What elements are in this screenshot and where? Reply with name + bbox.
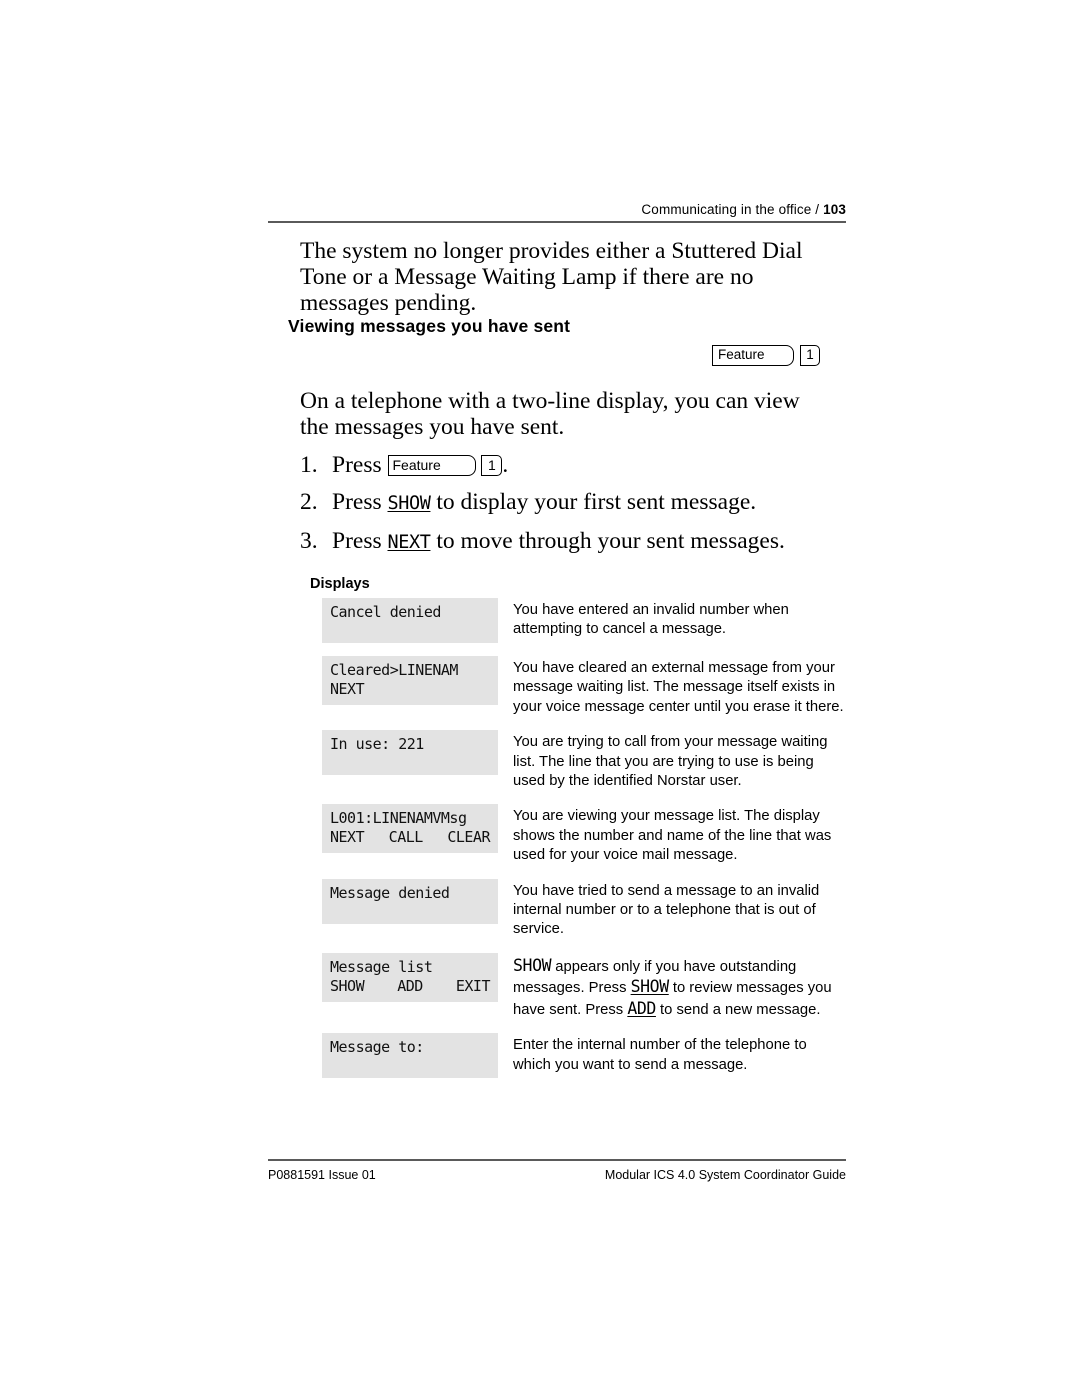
display-description: SHOW appears only if you have outstandin… <box>498 953 846 1020</box>
step-prefix: Press <box>332 489 388 515</box>
lcd-display-cell: Cleared>LINENAM NEXT <box>322 656 498 705</box>
page-footer: P0881591 Issue 01 Modular ICS 4.0 System… <box>268 1159 846 1182</box>
lcd-softkey[interactable]: NEXT <box>330 828 365 847</box>
step-prefix: Press <box>332 452 388 478</box>
table-row: In use: 221 You are trying to call from … <box>322 730 846 791</box>
document-page: Communicating in the office / 103 The sy… <box>0 0 1080 1397</box>
page-header: Communicating in the office / 103 <box>268 202 846 223</box>
table-row: Cleared>LINENAM NEXT You have cleared an… <box>322 656 846 717</box>
steps-list: 1. Press Feature 1. 2. Press SHOW to dis… <box>300 452 848 567</box>
lcd-line-1: Cancel denied <box>330 603 441 621</box>
lcd-display-cell: L001:LINENAMVMsg NEXT CALL CLEAR <box>322 804 498 854</box>
lcd-display-cell: In use: 221 <box>322 730 498 776</box>
step-text: Press NEXT to move through your sent mes… <box>332 528 848 556</box>
feature-key-group: Feature 1 <box>712 345 820 366</box>
lcd-softkey[interactable]: CLEAR <box>447 828 490 847</box>
step-suffix: to display your first sent message. <box>430 489 757 515</box>
lcd-softkey[interactable]: NEXT <box>330 680 365 699</box>
lcd-line-1: In use: 221 <box>330 735 424 754</box>
display-description: You have entered an invalid number when … <box>513 602 789 638</box>
display-description: Enter the internal number of the telepho… <box>513 1037 807 1073</box>
softkey-token-show[interactable]: SHOW <box>631 977 670 996</box>
intro-paragraph: The system no longer provides either a S… <box>300 238 803 316</box>
step-item: 2. Press SHOW to display your first sent… <box>300 489 848 517</box>
display-description: You have cleared an external message fro… <box>513 660 844 715</box>
step-suffix: to move through your sent messages. <box>430 528 785 554</box>
softkey-token-add[interactable]: ADD <box>627 999 656 1018</box>
step-item: 3. Press NEXT to move through your sent … <box>300 528 848 556</box>
lcd-line-1: Message denied <box>330 883 450 902</box>
display-description: You have tried to send a message to an i… <box>513 882 820 938</box>
table-row: Message to: Enter the internal number of… <box>322 1033 846 1079</box>
step-text: Press Feature 1. <box>332 452 848 478</box>
footer-document-id: P0881591 Issue 01 <box>268 1167 376 1182</box>
desc-part: to send a new message. <box>655 1001 821 1018</box>
footer-guide-title: Modular ICS 4.0 System Coordinator Guide <box>604 1167 846 1182</box>
softkey-token-next[interactable]: NEXT <box>388 532 431 553</box>
feature-key-button[interactable]: Feature <box>712 345 794 366</box>
table-row: Cancel denied You have entered an invali… <box>322 598 846 643</box>
step-text: Press SHOW to display your first sent me… <box>332 489 848 517</box>
body-paragraph: On a telephone with a two-line display, … <box>300 388 800 440</box>
lcd-display-cell: Message list SHOW ADD EXIT <box>322 952 498 1002</box>
lcd-softkey-row: NEXT <box>330 680 490 699</box>
step-number: 1. <box>300 452 318 478</box>
lcd-softkey-row: SHOW ADD EXIT <box>330 977 491 996</box>
page-number: 103 <box>823 202 846 217</box>
step-number: 3. <box>300 528 318 554</box>
step-prefix: Press <box>332 528 388 554</box>
step-item: 1. Press Feature 1. <box>300 452 848 478</box>
section-heading: Viewing messages you have sent <box>288 316 571 336</box>
running-head-text: Communicating in the office / <box>641 202 824 217</box>
display-description: You are trying to call from your message… <box>513 734 828 790</box>
lcd-softkey[interactable]: CALL <box>389 828 424 847</box>
table-row: Message list SHOW ADD EXIT SHOW appears … <box>322 952 846 1020</box>
displays-table: Cancel denied You have entered an invali… <box>322 598 846 1091</box>
lcd-line-1: Message to: <box>330 1038 424 1057</box>
lcd-softkey-row: NEXT CALL CLEAR <box>330 828 490 847</box>
running-head: Communicating in the office / 103 <box>268 202 846 217</box>
softkey-token-show: SHOW <box>513 955 552 975</box>
table-row: L001:LINENAMVMsg NEXT CALL CLEAR You are… <box>322 804 846 865</box>
lcd-line-1: Cleared>LINENAM <box>330 661 458 679</box>
lcd-softkey[interactable]: ADD <box>397 977 423 996</box>
lcd-display-cell: Message to: <box>322 1033 498 1079</box>
displays-heading: Displays <box>310 576 370 592</box>
lcd-display-cell: Cancel denied <box>322 598 498 643</box>
footer-row: P0881591 Issue 01 Modular ICS 4.0 System… <box>268 1168 846 1182</box>
softkey-token-show[interactable]: SHOW <box>388 493 431 514</box>
feature-key-button-inline[interactable]: Feature <box>387 455 476 476</box>
lcd-line-1: Message list <box>330 957 433 976</box>
digit-key-button-inline[interactable]: 1 <box>481 455 503 476</box>
lcd-display-cell: Message denied <box>322 878 498 924</box>
table-row: Message denied You have tried to send a … <box>322 878 846 940</box>
step-suffix: . <box>502 452 509 478</box>
lcd-softkey[interactable]: EXIT <box>456 977 491 996</box>
footer-rule <box>268 1159 846 1161</box>
header-rule <box>268 221 846 223</box>
step-number: 2. <box>300 489 318 515</box>
lcd-line-1: L001:LINENAMVMsg <box>330 809 467 828</box>
display-description: You are viewing your message list. The d… <box>513 808 832 864</box>
lcd-softkey[interactable]: SHOW <box>330 977 365 996</box>
digit-key-button[interactable]: 1 <box>800 345 820 366</box>
